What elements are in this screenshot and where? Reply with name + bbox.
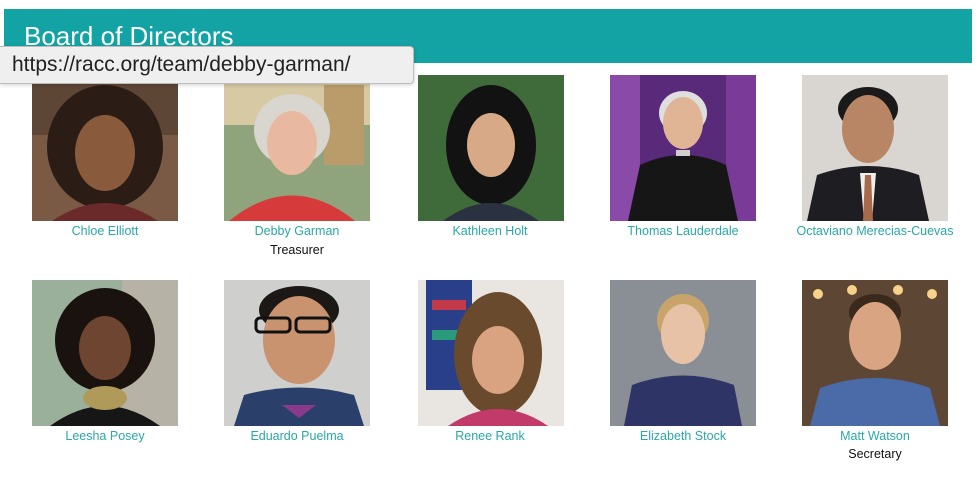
member-name-link[interactable]: Renee Rank [395,428,585,444]
member-photo-debby-garman[interactable] [224,75,370,221]
member-photo-leesha-posey[interactable] [32,280,178,426]
member-role: Treasurer [270,243,324,257]
member-name-link[interactable]: Matt Watson [780,428,970,444]
member-name-link[interactable]: Eduardo Puelma [202,428,392,444]
member-photo-elizabeth-stock[interactable] [610,280,756,426]
member-name-link[interactable]: Octaviano Merecias-Cuevas [780,223,970,239]
portrait-image [418,75,564,221]
member-name-link[interactable]: Debby Garman [202,223,392,239]
portrait-image [418,280,564,426]
portrait-image [802,280,948,426]
portrait-image [224,75,370,221]
member-photo-chloe-elliott[interactable] [32,75,178,221]
member-role: Secretary [848,447,902,461]
portrait-image [32,280,178,426]
member-photo-kathleen-holt[interactable] [418,75,564,221]
portrait-image [610,75,756,221]
portrait-image [802,75,948,221]
member-photo-thomas-lauderdale[interactable] [610,75,756,221]
link-url-tooltip: https://racc.org/team/debby-garman/ [0,46,414,84]
member-name-link[interactable]: Thomas Lauderdale [588,223,778,239]
portrait-image [610,280,756,426]
portrait-image [32,75,178,221]
member-photo-eduardo-puelma[interactable] [224,280,370,426]
member-name-link[interactable]: Elizabeth Stock [588,428,778,444]
member-name-link[interactable]: Leesha Posey [10,428,200,444]
member-name-link[interactable]: Chloe Elliott [10,223,200,239]
portrait-image [224,280,370,426]
member-photo-octaviano-merecias-cuevas[interactable] [802,75,948,221]
member-name-link[interactable]: Kathleen Holt [395,223,585,239]
member-photo-renee-rank[interactable] [418,280,564,426]
member-photo-matt-watson[interactable] [802,280,948,426]
